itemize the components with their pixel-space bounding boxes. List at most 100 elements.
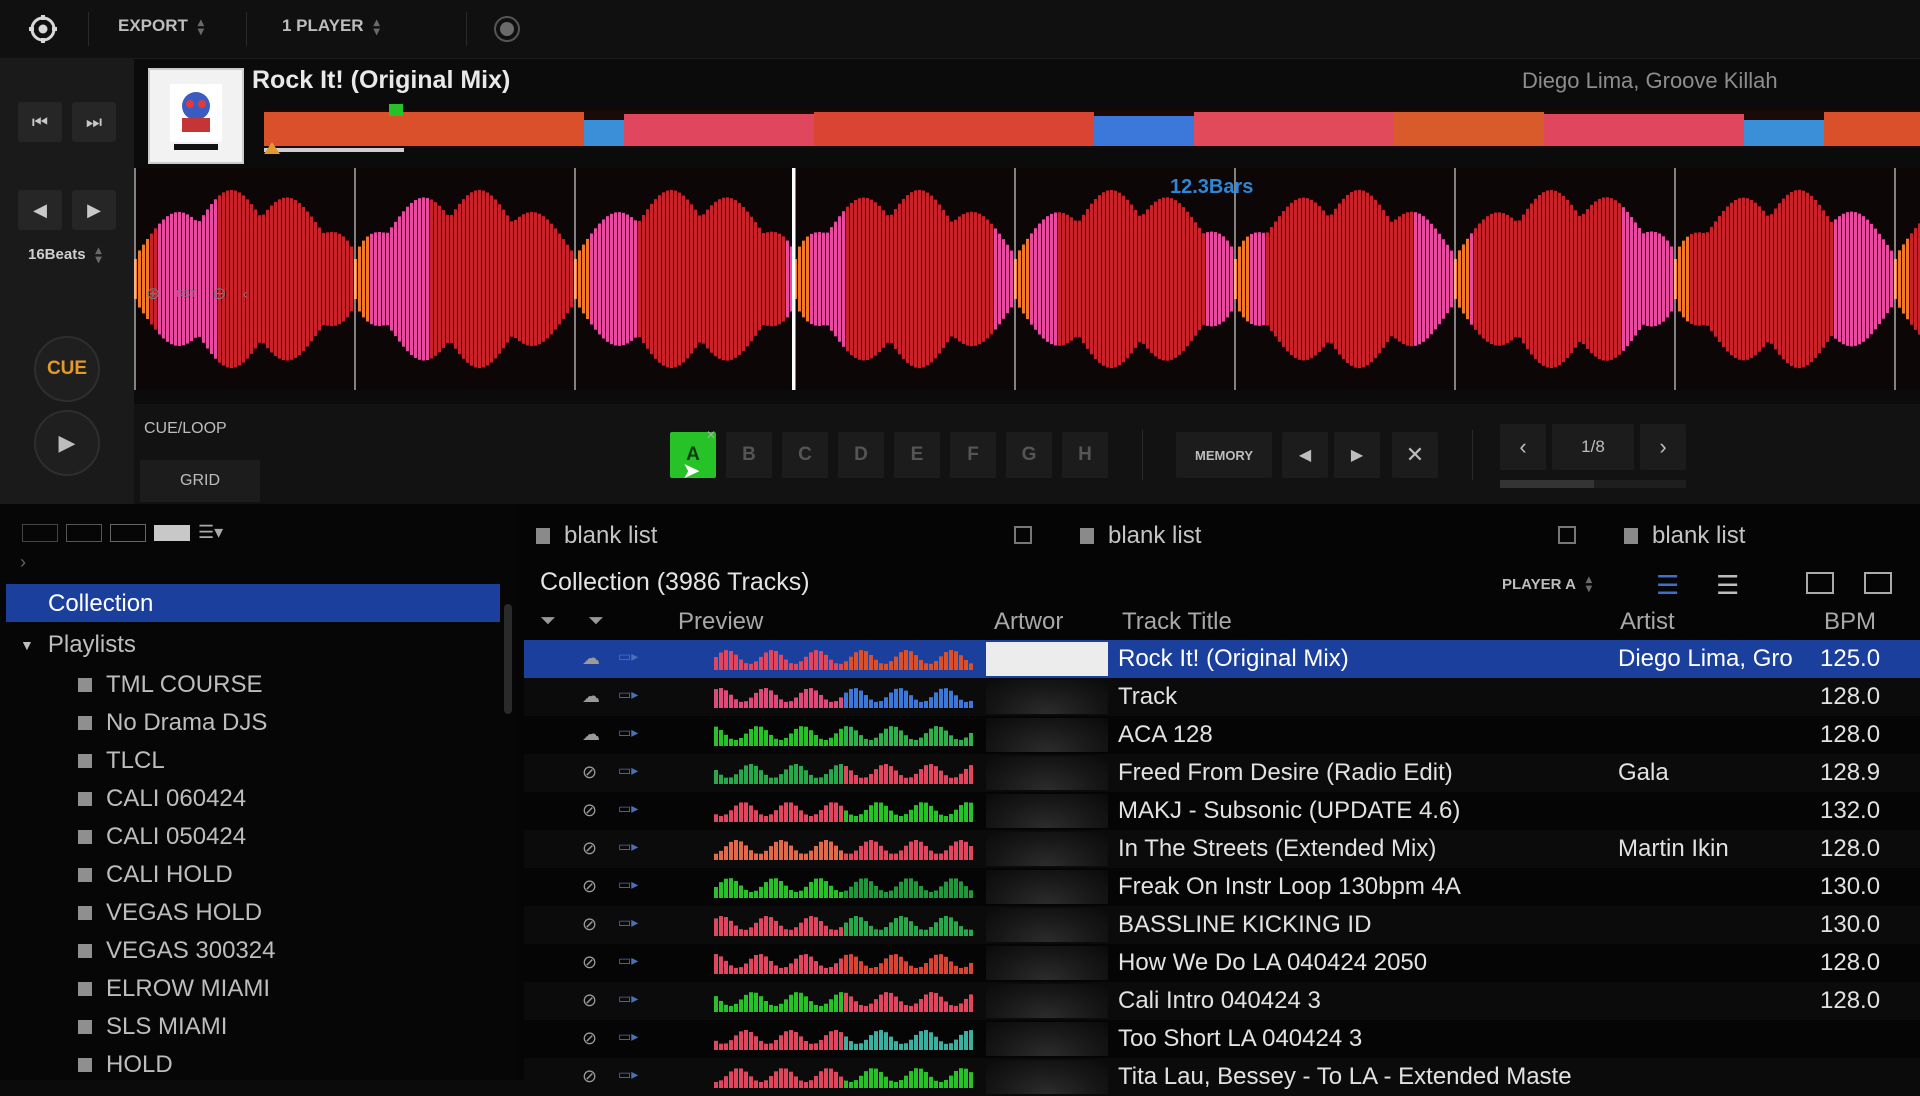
table-row[interactable]: ⊘ ▭▸ MAKJ - Subsonic (UPDATE 4.6) 132.0 (524, 792, 1920, 830)
list-options-icon[interactable] (1014, 526, 1032, 544)
tree-item-playlist[interactable]: TLCL (78, 743, 165, 779)
table-row[interactable]: ⊘ ▭▸ Tita Lau, Bessey - To LA - Extended M… (524, 1058, 1920, 1096)
page-next-button[interactable]: › (1640, 424, 1686, 470)
table-row[interactable]: ⊘ ▭▸ In The Streets (Extended Mix) Martin I… (524, 830, 1920, 868)
tree-item-playlist[interactable]: CALI 060424 (78, 781, 246, 817)
memory-button[interactable]: MEMORY (1176, 432, 1272, 478)
sidebar-scrollbar[interactable] (504, 604, 512, 714)
play-pause-button[interactable]: ▶ (34, 410, 100, 476)
main-waveform[interactable] (134, 168, 1920, 390)
table-row[interactable]: ⊘ ▭▸ Freed From Desire (Radio Edit) Gala 128… (524, 754, 1920, 792)
tree-item-playlist[interactable]: CALI HOLD (78, 857, 233, 893)
overview-waveform[interactable] (264, 104, 1920, 154)
zoom-reset-button[interactable]: RST (176, 289, 196, 300)
list-options-icon[interactable] (1558, 526, 1576, 544)
preview-waveform[interactable] (714, 686, 974, 708)
filter-icon[interactable]: ⏷ (540, 610, 556, 633)
column-header-artwork[interactable]: Artwor (994, 608, 1063, 636)
tree-item-playlist[interactable]: VEGAS 300324 (78, 933, 275, 969)
hot-cue-h-button[interactable]: H (1062, 432, 1108, 478)
hot-cue-f-button[interactable]: F (950, 432, 996, 478)
preview-waveform[interactable] (714, 800, 974, 822)
preview-waveform[interactable] (714, 838, 974, 860)
tree-item-playlist[interactable]: HOLD (78, 1047, 173, 1083)
list-tab-2[interactable]: blank list (1080, 522, 1201, 550)
export-mode-selector[interactable]: EXPORT ▴ ▾ (118, 16, 204, 37)
preview-waveform[interactable] (714, 762, 974, 784)
waveform-bar (978, 213, 981, 345)
list-tab-3[interactable]: blank list (1624, 522, 1745, 550)
tree-item-playlist[interactable]: CALI 050424 (78, 819, 246, 855)
beat-jump-back-button[interactable]: ◀ (18, 190, 62, 230)
tree-item-playlist[interactable]: No Drama DJS (78, 705, 267, 741)
tree-item-playlist[interactable]: VEGAS HOLD (78, 895, 262, 931)
table-row[interactable]: ☁ ▭▸ Track 128.0 (524, 678, 1920, 716)
previous-track-button[interactable]: ⏮ (18, 102, 62, 142)
column-header-artist[interactable]: Artist (1620, 608, 1675, 636)
layout-small-icon[interactable] (22, 523, 58, 542)
layout-full-icon[interactable] (154, 524, 190, 541)
player-select[interactable]: PLAYER A ▴ ▾ (1502, 570, 1592, 598)
memory-prev-button[interactable]: ◀ (1282, 432, 1328, 478)
hot-cue-g-button[interactable]: G (1006, 432, 1052, 478)
preview-waveform[interactable] (714, 952, 974, 974)
cue-loop-tab[interactable]: CUE/LOOP (134, 408, 237, 450)
hot-cue-c-button[interactable]: C (782, 432, 828, 478)
tree-item-playlists[interactable]: ▼ Playlists (20, 630, 136, 660)
beat-jump-size-selector[interactable]: 16Beats ▴ ▾ (28, 244, 102, 265)
preview-waveform[interactable] (714, 724, 974, 746)
compact-list-view-icon[interactable]: ☰ (1716, 570, 1739, 601)
table-row[interactable]: ⊘ ▭▸ Cali Intro 040424 3 128.0 (524, 982, 1920, 1020)
preview-waveform-bar (729, 965, 733, 974)
preview-waveform-bar (724, 1004, 728, 1012)
list-menu-icon[interactable]: ☰▾ (198, 522, 223, 543)
zoom-in-icon[interactable]: ⊕ (146, 284, 160, 304)
tree-item-playlist[interactable]: ELROW MIAMI (78, 971, 270, 1007)
memory-next-button[interactable]: ▶ (1334, 432, 1380, 478)
page-scroll-thumb[interactable] (1500, 480, 1594, 488)
next-track-button[interactable]: ⏭ (72, 102, 116, 142)
beat-jump-forward-button[interactable]: ▶ (72, 190, 116, 230)
page-scroll-track[interactable] (1500, 480, 1686, 488)
record-icon[interactable] (494, 16, 520, 42)
collapse-chevron-icon[interactable]: ‹ (243, 284, 249, 304)
cue-button[interactable]: CUE (34, 336, 100, 402)
table-row[interactable]: ☁ ▭▸ ACA 128 128.0 (524, 716, 1920, 754)
player-mode-selector[interactable]: 1 PLAYER ▴ ▾ (282, 16, 380, 37)
table-row[interactable]: ☁ ▭▸ Rock It! (Original Mix) Diego Lima, Gr… (524, 640, 1920, 678)
page-prev-button[interactable]: ‹ (1500, 424, 1546, 470)
preview-waveform[interactable] (714, 990, 974, 1012)
hot-cue-b-button[interactable]: B (726, 432, 772, 478)
layout-medium-icon[interactable] (66, 523, 102, 542)
expand-chevron-icon[interactable]: › (20, 552, 26, 573)
tree-item-playlist[interactable]: TML COURSE (78, 667, 262, 703)
zoom-out-icon[interactable]: ⊖ (212, 284, 226, 304)
column-header-track-title[interactable]: Track Title (1122, 608, 1232, 636)
preview-waveform[interactable] (714, 914, 974, 936)
preview-waveform[interactable] (714, 876, 974, 898)
settings-gear-icon[interactable] (28, 14, 58, 44)
tree-item-playlist[interactable]: SLS MIAMI (78, 1009, 227, 1045)
hot-cue-e-button[interactable]: E (894, 432, 940, 478)
hot-cue-d-button[interactable]: D (838, 432, 884, 478)
preview-waveform[interactable] (714, 648, 974, 670)
preview-waveform[interactable] (714, 1028, 974, 1050)
column-header-bpm[interactable]: BPM (1824, 608, 1876, 636)
memory-delete-button[interactable]: ✕ (1392, 432, 1438, 478)
table-row[interactable]: ⊘ ▭▸ Too Short LA 040424 3 (524, 1020, 1920, 1058)
list-tab-1[interactable]: blank list (536, 522, 657, 550)
panel-layout-icon[interactable] (1806, 572, 1834, 594)
table-row[interactable]: ⊘ ▭▸ Freak On Instr Loop 130bpm 4A 130.0 (524, 868, 1920, 906)
delete-cue-x-icon[interactable]: ✕ (706, 428, 716, 442)
table-row[interactable]: ⊘ ▭▸ How We Do LA 040424 2050 128.0 (524, 944, 1920, 982)
preview-waveform[interactable] (714, 1066, 974, 1088)
preview-waveform-bar (949, 1075, 953, 1088)
layout-large-icon[interactable] (110, 523, 146, 542)
tree-item-collection[interactable]: Collection (6, 584, 500, 622)
filter-icon[interactable]: ⏷ (588, 610, 604, 633)
panel-layout-icon[interactable] (1864, 572, 1892, 594)
table-row[interactable]: ⊘ ▭▸ BASSLINE KICKING ID 130.0 (524, 906, 1920, 944)
detail-list-view-icon[interactable]: ☰ (1656, 570, 1679, 601)
column-header-preview[interactable]: Preview (678, 608, 763, 636)
grid-tab[interactable]: GRID (140, 460, 260, 502)
